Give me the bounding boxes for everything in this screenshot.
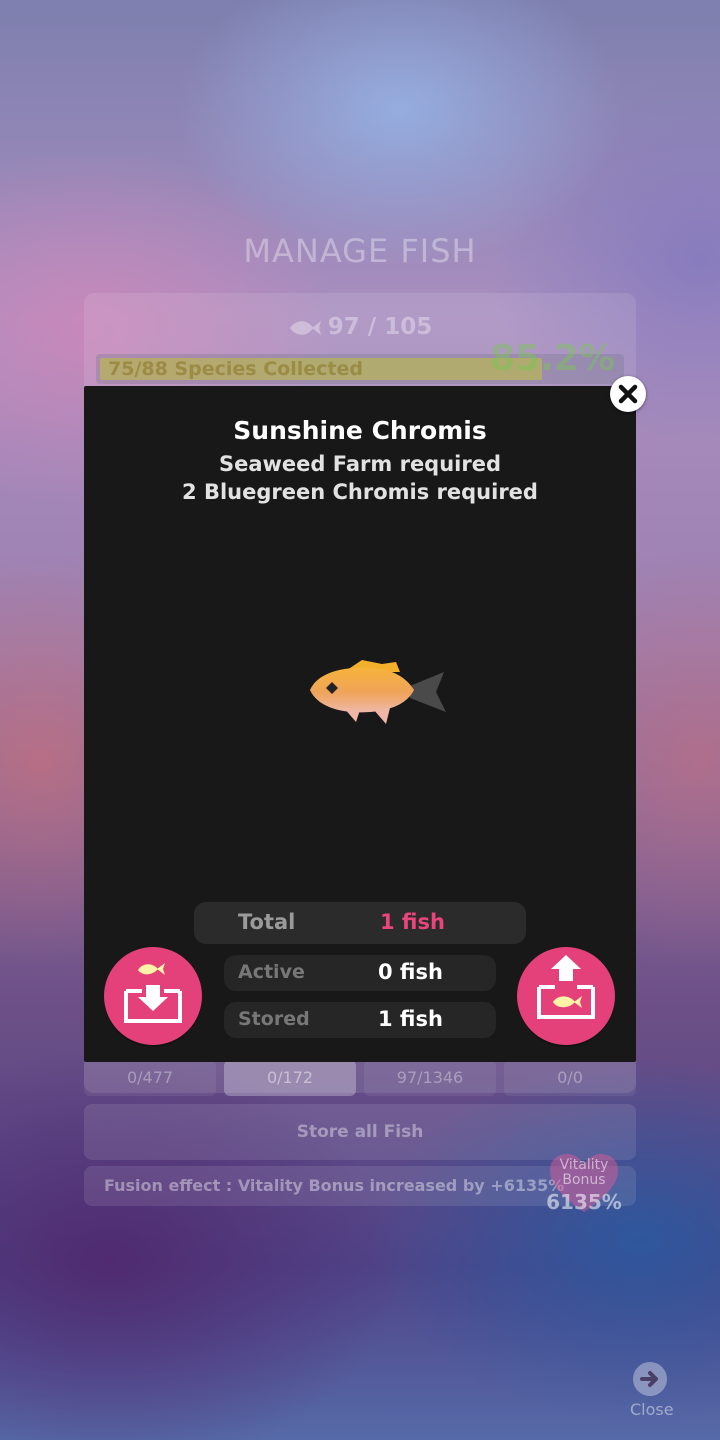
stored-value: 1 fish [378,1007,443,1031]
modal-close-button[interactable] [610,376,646,412]
close-label: Close [630,1400,674,1419]
fish-name: Sunshine Chromis [233,416,487,445]
tab-1[interactable]: 0/172 [224,1060,356,1096]
stat-active-row: Active 0 fish [224,955,496,991]
take-out-fish-icon [537,955,595,1019]
stat-total-row: Total 1 fish [194,902,526,944]
active-label: Active [238,961,305,983]
close-screen-button[interactable]: Close [630,1362,674,1419]
background-title: MANAGE FISH [243,232,477,270]
total-label: Total [238,910,296,934]
requirement-2: 2 Bluegreen Chromis required [182,480,538,504]
stored-label: Stored [238,1008,310,1030]
fish-count-text: 97 / 105 [327,314,433,340]
tab-0[interactable]: 0/477 [84,1060,216,1096]
vitality-label: Vitality Bonus [559,1157,609,1188]
tab-3[interactable]: 0/0 [504,1060,636,1096]
sunshine-chromis-image [310,660,446,724]
vitality-badge: Vitality Bonus 6135% [544,1152,624,1216]
collection-percent: 85.2% [490,338,615,379]
fish-count: 97 / 105 [0,314,720,340]
requirement-1: Seaweed Farm required [218,452,501,476]
species-collected-text: 75/88 Species Collected [108,358,363,380]
tab-2[interactable]: 97/1346 [364,1060,496,1096]
vitality-value: 6135% [546,1190,622,1214]
fish-icon [289,320,321,335]
fusion-effect-text: Fusion effect : Vitality Bonus increased… [104,1176,565,1195]
active-value: 0 fish [378,960,443,984]
stat-stored-row: Stored 1 fish [224,1002,496,1038]
total-value: 1 fish [380,910,445,934]
take-out-fish-button[interactable] [517,947,615,1045]
store-fish-button[interactable] [104,947,202,1045]
fish-detail-modal: Sunshine Chromis Seaweed Farm required 2… [84,386,636,1062]
close-icon [618,384,638,404]
store-fish-icon [124,963,182,1023]
arrow-right-icon [633,1362,667,1396]
